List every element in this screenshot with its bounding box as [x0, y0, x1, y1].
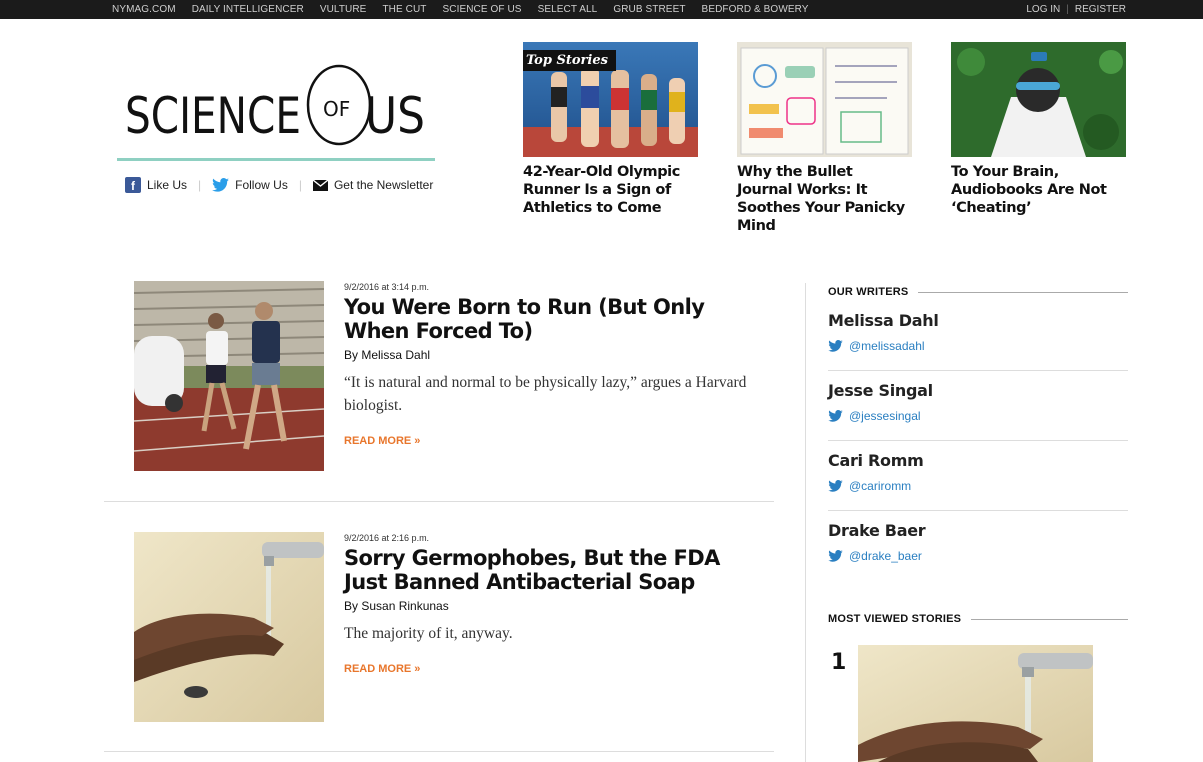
- writer-twitter-link[interactable]: @drake_baer: [828, 549, 1128, 563]
- read-more-link[interactable]: READ MORE »: [344, 435, 420, 447]
- writer-name[interactable]: Melissa Dahl: [828, 311, 1128, 330]
- writer-entry: Cari Romm @cariromm: [828, 451, 1128, 493]
- bullet-journal-image: [737, 42, 912, 157]
- top-story-image-journal[interactable]: [737, 42, 912, 157]
- writer-handle: @drake_baer: [849, 549, 922, 563]
- facebook-icon: f: [125, 177, 141, 193]
- writer-twitter-link[interactable]: @jessesingal: [828, 409, 1128, 423]
- writer-entry: Drake Baer @drake_baer: [828, 521, 1128, 563]
- social-divider: |: [198, 178, 202, 192]
- article-body: 9/2/2016 at 3:14 p.m. You Were Born to R…: [344, 281, 764, 449]
- handwashing-image: [858, 645, 1093, 762]
- nav-link-vulture[interactable]: VULTURE: [320, 4, 367, 15]
- login-link[interactable]: LOG IN: [1026, 4, 1060, 15]
- top-story-image-runners[interactable]: Top Stories: [523, 42, 698, 157]
- nav-link-nymag[interactable]: NYMAG.COM: [112, 4, 176, 15]
- writer-handle: @melissadahl: [849, 339, 925, 353]
- twitter-icon: [828, 340, 843, 352]
- article-date: 9/2/2016 at 3:14 p.m.: [344, 282, 430, 292]
- writer-entry: Jesse Singal @jessesingal: [828, 381, 1128, 423]
- writer-handle: @cariromm: [849, 479, 912, 493]
- social-links: f Like Us | Follow Us | Get the Newslett…: [125, 177, 433, 193]
- newsletter-label: Get the Newsletter: [333, 178, 434, 192]
- science-of-us-logo[interactable]: SCIENCE OF US: [117, 60, 435, 160]
- writer-name[interactable]: Drake Baer: [828, 521, 1128, 540]
- top-story-card[interactable]: Top Stories 42-Year-Old Olympic Runner I…: [523, 42, 698, 217]
- article-divider: [104, 751, 774, 752]
- article-headline[interactable]: Sorry Germophobes, But the FDA Just Bann…: [344, 546, 764, 594]
- heading-rule: [918, 291, 1128, 293]
- nav-link-daily-intelligencer[interactable]: DAILY INTELLIGENCER: [192, 4, 304, 15]
- like-us-label: Like Us: [147, 178, 188, 192]
- top-story-card[interactable]: To Your Brain, Audiobooks Are Not ‘Cheat…: [951, 42, 1126, 217]
- follow-us-label: Follow Us: [235, 178, 288, 192]
- newsletter-link[interactable]: Get the Newsletter: [312, 178, 434, 192]
- twitter-icon: [828, 410, 843, 422]
- top-story-title[interactable]: 42-Year-Old Olympic Runner Is a Sign of …: [523, 163, 698, 217]
- social-divider: |: [298, 178, 302, 192]
- read-more-link[interactable]: READ MORE »: [344, 663, 420, 675]
- article-byline: By Susan Rinkunas: [344, 599, 449, 613]
- nav-link-science-of-us[interactable]: SCIENCE OF US: [442, 4, 521, 15]
- logo-word-of: OF: [323, 97, 350, 121]
- article-dek: The majority of it, anyway.: [344, 625, 513, 642]
- logo-rule: [117, 158, 435, 161]
- most-viewed-heading: MOST VIEWED STORIES: [828, 613, 1128, 625]
- twitter-icon: [828, 550, 843, 562]
- twitter-icon: [212, 178, 230, 192]
- nav-link-bedford-bowery[interactable]: BEDFORD & BOWERY: [702, 4, 809, 15]
- article-headline[interactable]: You Were Born to Run (But Only When Forc…: [344, 295, 764, 343]
- top-story-title[interactable]: Why the Bullet Journal Works: It Soothes…: [737, 163, 912, 235]
- auth-divider: |: [1066, 4, 1069, 15]
- audiobooks-image: [951, 42, 1126, 157]
- article-dek: “It is natural and normal to be physical…: [344, 374, 747, 414]
- most-viewed-rank: 1: [831, 650, 847, 675]
- article-divider: [104, 501, 774, 502]
- our-writers-heading: OUR WRITERS: [828, 286, 1128, 298]
- network-links: NYMAG.COM DAILY INTELLIGENCER VULTURE TH…: [112, 0, 825, 19]
- follow-us-link[interactable]: Follow Us: [212, 178, 288, 192]
- article-byline: By Melissa Dahl: [344, 348, 431, 362]
- writer-entry: Melissa Dahl @melissadahl: [828, 311, 1128, 353]
- writer-divider: [828, 510, 1128, 511]
- envelope-icon: [312, 179, 328, 191]
- runners-track-image: [134, 281, 324, 471]
- handwashing-image: [134, 532, 324, 722]
- article-date: 9/2/2016 at 2:16 p.m.: [344, 533, 430, 543]
- top-story-title[interactable]: To Your Brain, Audiobooks Are Not ‘Cheat…: [951, 163, 1126, 217]
- top-stories-badge: Top Stories: [523, 50, 616, 71]
- nav-link-the-cut[interactable]: THE CUT: [382, 4, 426, 15]
- writer-handle: @jessesingal: [849, 409, 921, 423]
- most-viewed-label: MOST VIEWED STORIES: [828, 613, 962, 625]
- writer-twitter-link[interactable]: @cariromm: [828, 479, 1128, 493]
- writer-divider: [828, 440, 1128, 441]
- writer-twitter-link[interactable]: @melissadahl: [828, 339, 1128, 353]
- twitter-icon: [828, 480, 843, 492]
- logo-word-us: US: [365, 87, 425, 145]
- top-nav-bar: NYMAG.COM DAILY INTELLIGENCER VULTURE TH…: [0, 0, 1203, 19]
- most-viewed-image[interactable]: [858, 645, 1093, 762]
- auth-links: LOG IN | REGISTER: [1026, 0, 1126, 19]
- article-image[interactable]: [134, 532, 324, 722]
- top-story-image-audiobooks[interactable]: [951, 42, 1126, 157]
- sidebar-divider: [805, 283, 806, 762]
- article-image[interactable]: [134, 281, 324, 471]
- writer-name[interactable]: Jesse Singal: [828, 381, 1128, 400]
- nav-link-grub-street[interactable]: GRUB STREET: [613, 4, 685, 15]
- writer-divider: [828, 370, 1128, 371]
- like-us-link[interactable]: f Like Us: [125, 177, 187, 193]
- top-story-card[interactable]: Why the Bullet Journal Works: It Soothes…: [737, 42, 912, 235]
- nav-link-select-all[interactable]: SELECT ALL: [538, 4, 598, 15]
- logo-word-science: SCIENCE: [125, 87, 301, 145]
- our-writers-label: OUR WRITERS: [828, 286, 909, 298]
- writer-name[interactable]: Cari Romm: [828, 451, 1128, 470]
- heading-rule: [971, 618, 1128, 620]
- register-link[interactable]: REGISTER: [1075, 4, 1126, 15]
- article-body: 9/2/2016 at 2:16 p.m. Sorry Germophobes,…: [344, 532, 764, 677]
